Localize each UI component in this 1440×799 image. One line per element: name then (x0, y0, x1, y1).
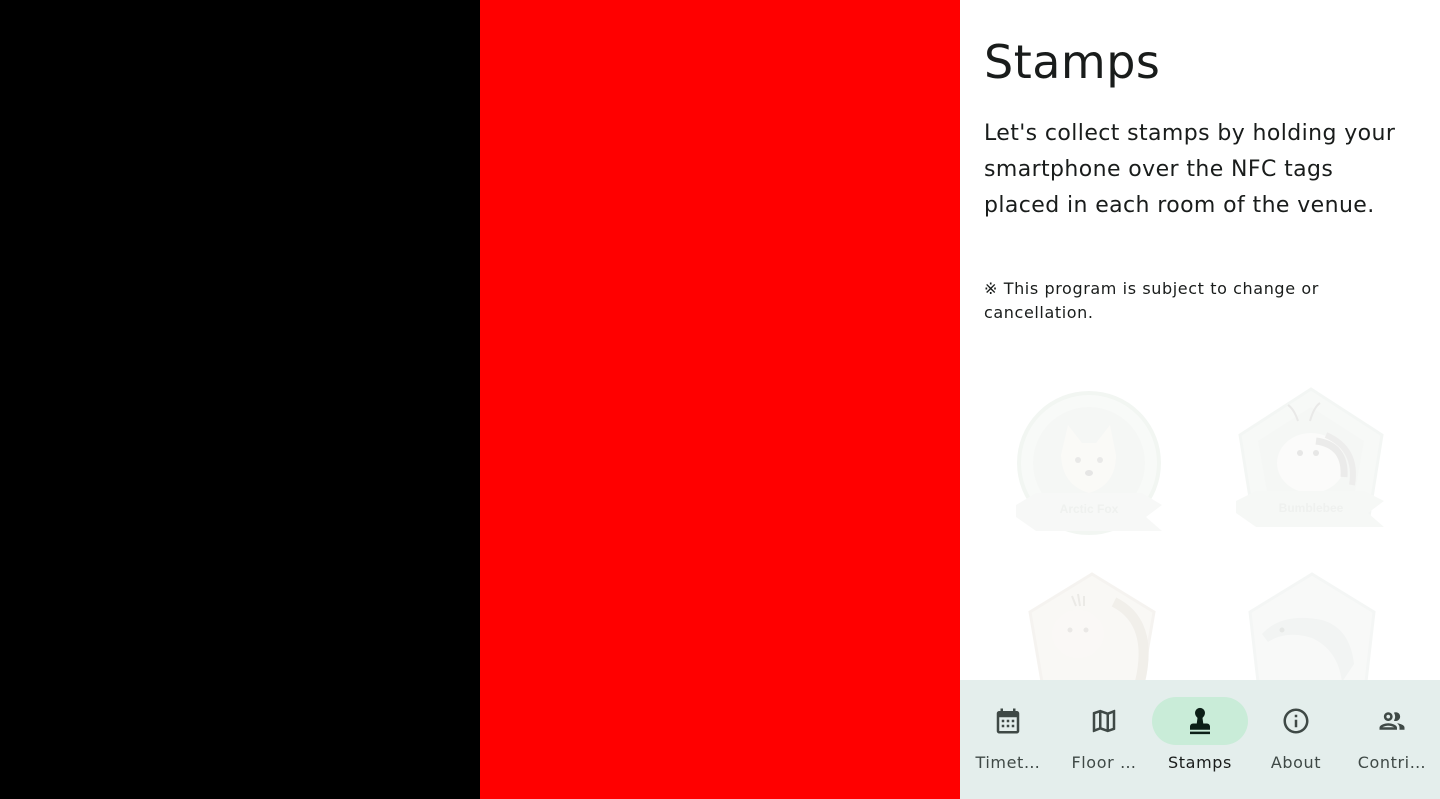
nav-label-timetable: Timet… (975, 753, 1041, 772)
nav-item-floor-map[interactable]: Floor … (1056, 680, 1152, 799)
bumblebee-stamp[interactable]: Bumblebee (1236, 385, 1386, 545)
arctic-fox-stamp[interactable]: Arctic Fox (1016, 385, 1166, 545)
nav-label-contributors: Contri… (1357, 753, 1427, 772)
nav-indicator (976, 697, 1040, 745)
nav-label-floor-map: Floor … (1071, 753, 1137, 772)
nav-item-stamps[interactable]: Stamps (1152, 680, 1248, 799)
nav-indicator (1264, 697, 1328, 745)
stamps-screen: Stamps Let's collect stamps by holding y… (960, 0, 1440, 799)
chipmunk-stamp[interactable] (1022, 572, 1162, 682)
nav-label-stamps: Stamps (1168, 753, 1232, 772)
red-panel (480, 0, 960, 799)
page-title: Stamps (984, 35, 1161, 89)
nav-item-about[interactable]: About (1248, 680, 1344, 799)
bumblebee-stamp-label: Bumblebee (1279, 501, 1344, 515)
nav-indicator-active (1152, 697, 1248, 745)
map-icon (1092, 709, 1116, 733)
change-notice: ※ This program is subject to change or c… (984, 279, 1319, 322)
bottom-navigation: Timet… Floor … Stamps About Contri… (960, 680, 1440, 799)
nav-indicator (1072, 697, 1136, 745)
people-icon (1379, 712, 1405, 730)
nav-item-timetable[interactable]: Timet… (960, 680, 1056, 799)
calendar-icon (996, 708, 1020, 734)
nav-indicator (1360, 697, 1424, 745)
info-icon (1283, 708, 1309, 734)
stamp-icon (1190, 707, 1210, 735)
dolphin-stamp[interactable] (1242, 572, 1382, 682)
nav-item-contributors[interactable]: Contri… (1344, 680, 1440, 799)
nav-label-about: About (1270, 753, 1322, 772)
stamps-description: Let's collect stamps by holding your sma… (984, 121, 1396, 218)
black-panel (0, 0, 480, 799)
arctic-fox-stamp-label: Arctic Fox (1060, 502, 1119, 516)
